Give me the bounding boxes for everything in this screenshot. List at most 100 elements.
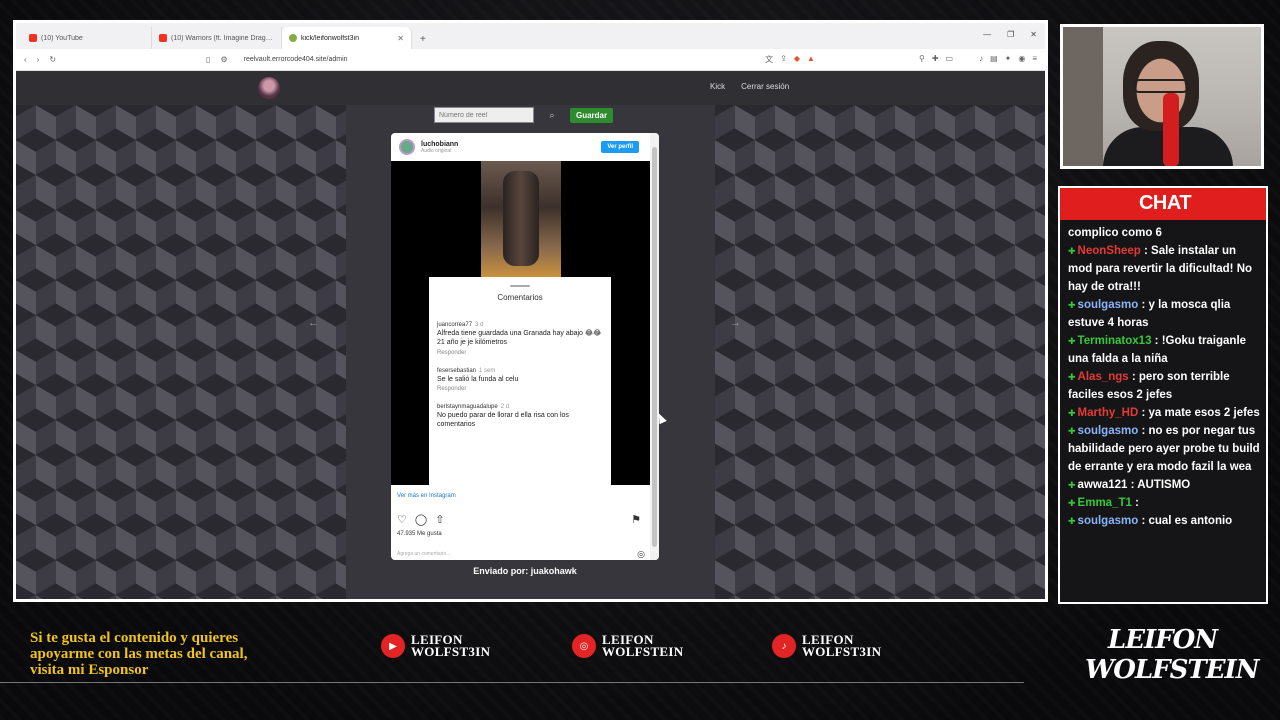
chat-message: ✚ soulgasmo : no es por negar tus habilid…: [1068, 422, 1260, 476]
chat-text: :: [1135, 497, 1139, 509]
ig-video[interactable]: Comentarios juancorrea77 3 d Alfreda tien…: [391, 161, 650, 485]
chat-message: ✚ soulgasmo : cual es antonio: [1068, 512, 1260, 530]
restore-icon[interactable]: ❐: [1007, 30, 1014, 39]
embed-scrollbar[interactable]: [650, 133, 659, 560]
url-field[interactable]: reelvault.errorcode404.site/admin: [238, 56, 756, 63]
chat-username[interactable]: Terminatox13: [1078, 335, 1155, 347]
youtube-icon: [29, 34, 37, 42]
chat-message: ✚ soulgasmo : y la mosca qlia estuve 4 ho…: [1068, 296, 1260, 332]
nav-kick-link[interactable]: Kick: [710, 82, 725, 91]
chat-badge-icon: ✚: [1068, 516, 1076, 526]
ig-profile-avatar[interactable]: [399, 139, 415, 155]
social-line: WOLFSTEIN: [602, 644, 684, 659]
next-arrow-icon[interactable]: →: [730, 317, 741, 329]
pin-icon[interactable]: ⚲: [919, 54, 925, 65]
forward-icon[interactable]: ›: [37, 55, 40, 64]
chat-message: ✚ NeonSheep : Sale instalar un mod para r…: [1068, 242, 1260, 296]
chat-username[interactable]: soulgasmo: [1078, 299, 1142, 311]
chat-badge-icon: ✚: [1068, 336, 1076, 346]
chat-username[interactable]: soulgasmo: [1078, 515, 1142, 527]
vpn-icon[interactable]: ◉: [1018, 54, 1025, 65]
browser-window: (10) YouTube (10) Warriors (ft. Imagine …: [13, 20, 1048, 602]
social-youtube: ▶ LEIFON WOLFST3IN: [381, 633, 490, 658]
instagram-icon[interactable]: ◎: [637, 549, 645, 560]
chat-badge-icon: ✚: [1068, 480, 1076, 490]
menu-icon[interactable]: ≡: [1032, 54, 1037, 65]
brand-logo: LEIFON WOLFSTEIN: [1085, 625, 1259, 685]
brave-rewards-icon[interactable]: ▲: [807, 54, 815, 65]
comment-text: Alfreda tiene guardada una Granada hay a…: [437, 330, 602, 346]
video-frame: [481, 161, 561, 277]
translate-icon[interactable]: 文: [765, 54, 773, 65]
comments-title: Comentarios: [497, 293, 543, 302]
bookmark-icon[interactable]: ▯: [206, 55, 210, 64]
minimize-icon[interactable]: —: [983, 30, 991, 39]
comment-user: berlstaynmaguadalupe: [437, 404, 498, 411]
site-info-icon[interactable]: ⚙: [220, 55, 227, 64]
tab-kick[interactable]: kick/leifonwolfst3in ✕: [282, 27, 412, 49]
new-tab-button[interactable]: +: [412, 34, 434, 49]
share-icon[interactable]: ⇪: [780, 54, 787, 65]
chat-message: ✚ Terminatox13 : !Goku traiganle una fald…: [1068, 332, 1260, 368]
chat-text: : ya mate esos 2 jefes: [1141, 407, 1260, 419]
chat-badge-icon: ✚: [1068, 426, 1076, 436]
chat-username[interactable]: NeonSheep: [1078, 245, 1144, 257]
comment-time: 1 sem: [479, 367, 496, 374]
chat-message: ✚ awwa121 : AUTISMO: [1068, 476, 1260, 494]
tab-bar: (10) YouTube (10) Warriors (ft. Imagine …: [16, 23, 1045, 49]
puzzle-icon[interactable]: ✚: [932, 54, 939, 65]
chat-username[interactable]: Alas_ngs: [1078, 371, 1132, 383]
heart-icon[interactable]: ♡: [397, 513, 407, 526]
comment-item: fesersebastian 1 sem Se le salió la funda…: [437, 368, 603, 393]
ig-username[interactable]: luchobiann: [421, 141, 458, 148]
sheet-handle: [510, 285, 530, 287]
reel-form: ⌕ Guardar: [434, 107, 614, 123]
chat-username[interactable]: soulgasmo: [1078, 425, 1142, 437]
chat-message: ✚ Alas_ngs : pero son terrible faciles es…: [1068, 368, 1260, 404]
sponsor-line: apoyarme con las metas del canal,: [30, 646, 248, 662]
ig-audio-label[interactable]: Audio original: [421, 148, 458, 154]
save-button[interactable]: Guardar: [570, 107, 614, 123]
prev-arrow-icon[interactable]: ←: [308, 317, 319, 329]
brand-bottom: WOLFSTEIN: [1085, 655, 1259, 685]
view-more-link[interactable]: Ver más en Instagram: [397, 493, 456, 499]
brave-shield-icon[interactable]: ◆: [794, 54, 800, 65]
sidebar-icon[interactable]: ▭: [946, 54, 954, 65]
leo-icon[interactable]: ✦: [1005, 54, 1012, 65]
comment-input[interactable]: Agrega un comentario...: [397, 551, 450, 557]
comment-time: 2 d: [500, 404, 510, 411]
reload-icon[interactable]: ↻: [49, 55, 56, 64]
site-avatar[interactable]: [258, 77, 280, 99]
music-icon[interactable]: ♪: [979, 54, 983, 65]
close-tab-icon[interactable]: ✕: [397, 34, 404, 43]
youtube-icon: ▶: [381, 634, 405, 658]
tab-warriors[interactable]: (10) Warriors (ft. Imagine Dragons) |: [152, 27, 282, 49]
nav-logout-link[interactable]: Cerrar sesión: [741, 82, 789, 91]
chat-username[interactable]: awwa121: [1078, 479, 1131, 491]
chat-message: ✚ Emma_T1 :: [1068, 494, 1260, 512]
share-icon[interactable]: ⇧: [435, 513, 444, 526]
banner-divider: [0, 682, 1024, 683]
social-tiktok: ♪ LEIFON WOLFST3IN: [772, 633, 881, 658]
right-pattern-panel: [715, 105, 1045, 599]
reel-number-input[interactable]: [434, 107, 534, 123]
reply-link: Responder: [437, 386, 467, 393]
chat-badge-icon: ✚: [1068, 372, 1076, 382]
search-icon[interactable]: ⌕: [542, 107, 562, 123]
wallet-icon[interactable]: ▤: [990, 54, 998, 65]
tab-youtube[interactable]: (10) YouTube: [22, 27, 152, 49]
view-profile-button[interactable]: Ver perfil: [601, 141, 639, 153]
ig-header: luchobiann Audio original Ver perfil: [391, 133, 659, 161]
comment-user: fesersebastian: [437, 367, 477, 374]
chat-messages: complico como 6 ✚ NeonSheep : Sale instala…: [1068, 224, 1260, 530]
left-pattern-panel: [16, 105, 346, 599]
close-window-icon[interactable]: ✕: [1030, 30, 1037, 39]
social-instagram: ◎ LEIFON WOLFSTEIN: [572, 633, 684, 659]
chat-username[interactable]: Emma_T1: [1078, 497, 1136, 509]
extensions: 文 ⇪ ◆ ▲ ⚲ ✚ ▭ ♪ ▤ ✦ ◉ ≡: [765, 54, 1037, 65]
sent-by-label: Enviado por: juakohawk: [473, 566, 577, 576]
back-icon[interactable]: ‹: [24, 55, 27, 64]
comment-icon[interactable]: ◯: [415, 513, 427, 526]
chat-username[interactable]: Marthy_HD: [1078, 407, 1142, 419]
bookmark-icon[interactable]: ⚑: [631, 513, 641, 526]
